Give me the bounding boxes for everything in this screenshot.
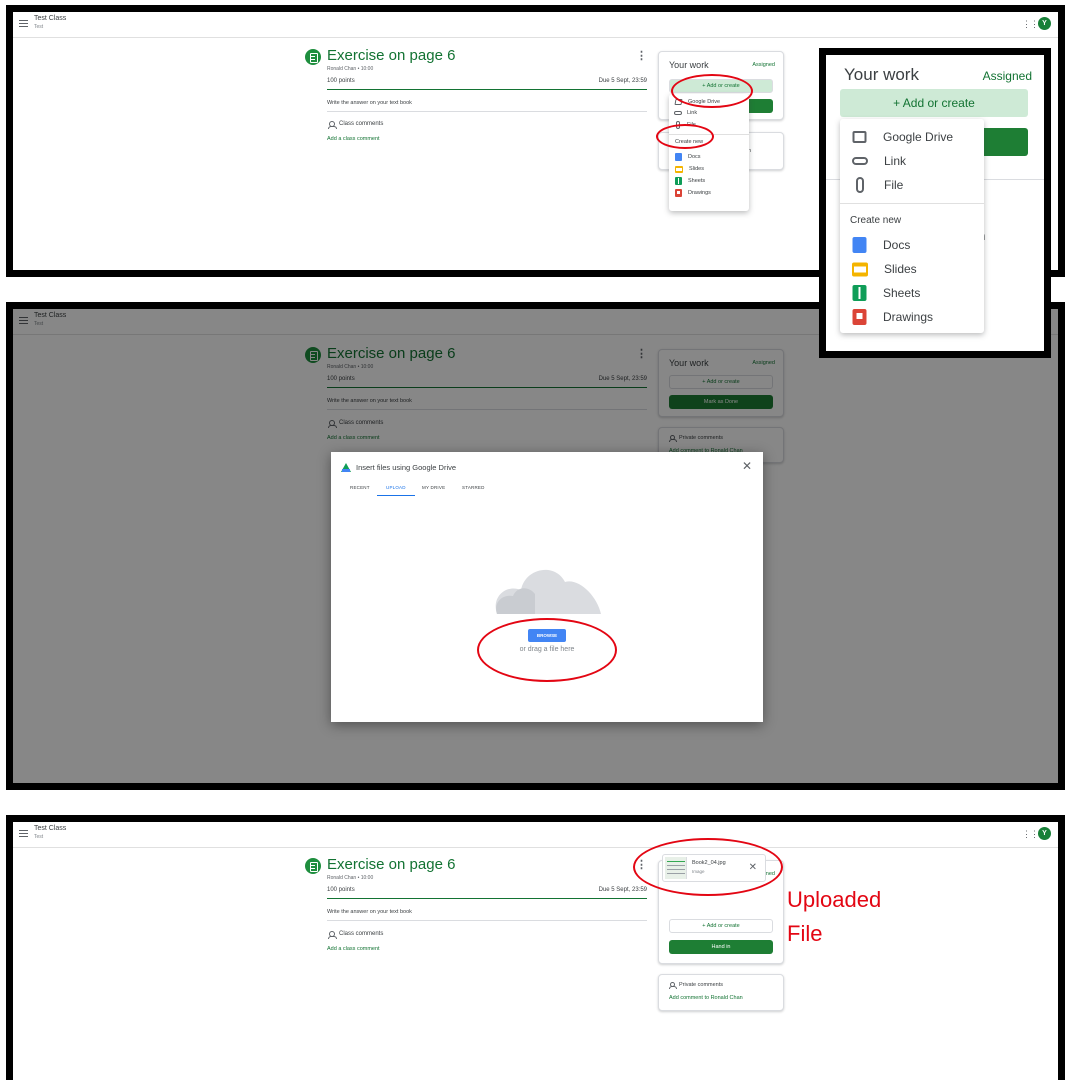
create-new-header: Create new — [850, 215, 902, 226]
drawings-icon — [675, 189, 682, 197]
menu-item-slides[interactable]: Slides — [669, 164, 749, 174]
screenshot-panel-upload-dialog: Test Class Test Y Exercise on page 6 Ron… — [6, 302, 1065, 790]
due-date: Due 5 Sept, 23:59 — [598, 887, 647, 893]
link-icon — [674, 111, 682, 115]
annotation-highlight — [477, 618, 617, 682]
class-comments-label: Class comments — [339, 931, 384, 937]
private-comments-title: Private comments — [679, 982, 724, 988]
tab-recent[interactable]: RECENT — [350, 485, 370, 490]
due-date: Due 5 Sept, 23:59 — [598, 78, 647, 84]
paperclip-icon — [856, 177, 864, 193]
annotation-highlight — [671, 74, 753, 108]
slides-icon — [675, 165, 683, 173]
annotation-highlight — [656, 124, 714, 149]
divider — [327, 111, 647, 112]
page-title: Exercise on page 6 — [327, 47, 456, 64]
menu-icon[interactable] — [19, 20, 28, 27]
screenshot-panel-uploaded: Test Class Test ⋮⋮⋮ Y Exercise on page 6… — [6, 815, 1065, 1080]
menu-item-file[interactable]: File — [840, 173, 984, 197]
annotation-line-1: Uploaded — [787, 887, 882, 912]
avatar[interactable]: Y — [1038, 17, 1051, 30]
annotation-label: Uploaded File — [787, 883, 881, 951]
add-or-create-menu: Google Drive Link File Create new Docs S… — [840, 119, 984, 333]
avatar[interactable]: Y — [1038, 827, 1051, 840]
assignment-meta: Ronald Chan • 10:00 — [327, 66, 374, 72]
menu-item-sheets[interactable]: Sheets — [840, 281, 984, 305]
tab-my-drive[interactable]: MY DRIVE — [422, 485, 445, 490]
person-icon — [669, 982, 677, 989]
menu-icon[interactable] — [19, 830, 28, 837]
points: 100 points — [327, 887, 355, 893]
sheets-icon — [852, 285, 867, 301]
class-name[interactable]: Test Class — [34, 15, 66, 22]
class-section: Test — [34, 24, 44, 30]
add-private-comment-link[interactable]: Add comment to Ronald Chan — [669, 995, 743, 1001]
people-icon — [328, 931, 337, 939]
top-bar: Test Class Test ⋮⋮⋮ Y — [13, 822, 1058, 848]
annotation-highlight — [633, 838, 783, 896]
menu-item-link[interactable]: Link — [669, 108, 749, 118]
your-work-title: Your work — [844, 65, 919, 84]
menu-item-sheets[interactable]: Sheets — [669, 176, 749, 186]
instructions: Write the answer on your text book — [327, 100, 412, 106]
apps-grid-icon[interactable]: ⋮⋮⋮ — [1022, 19, 1047, 29]
active-tab-indicator — [377, 495, 415, 496]
dialog-title: Insert files using Google Drive — [356, 463, 457, 472]
add-or-create-button[interactable]: + Add or create — [669, 919, 773, 933]
assignment-icon — [305, 858, 321, 874]
instructions: Write the answer on your text book — [327, 909, 412, 915]
sheets-icon — [675, 177, 682, 185]
google-drive-icon — [852, 131, 867, 143]
annotation-line-2: File — [787, 921, 823, 946]
status-badge: Assigned — [982, 69, 1032, 83]
add-class-comment-link[interactable]: Add a class comment — [327, 136, 380, 142]
menu-item-drawings[interactable]: Drawings — [669, 188, 749, 198]
menu-item-docs[interactable]: Docs — [669, 152, 749, 162]
add-or-create-button[interactable]: + Add or create — [840, 89, 1028, 117]
menu-item-drawings[interactable]: Drawings — [840, 305, 984, 329]
divider — [327, 898, 647, 899]
menu-item-docs[interactable]: Docs — [840, 233, 984, 257]
hand-in-button[interactable]: Hand in — [669, 940, 773, 954]
tab-starred[interactable]: STARRED — [462, 485, 485, 490]
menu-item-slides[interactable]: Slides — [840, 257, 984, 281]
link-icon — [852, 157, 868, 165]
docs-icon — [852, 237, 867, 253]
divider — [327, 89, 647, 90]
assignment-icon — [305, 49, 321, 65]
menu-item-link[interactable]: Link — [840, 149, 984, 173]
points: 100 points — [327, 78, 355, 84]
google-drive-logo-icon — [341, 463, 351, 472]
assignment-meta: Ronald Chan • 10:00 — [327, 875, 374, 881]
cloud-illustration-icon — [495, 569, 601, 614]
more-options-icon[interactable]: ⋮ — [636, 49, 647, 62]
apps-grid-icon[interactable]: ⋮⋮⋮ — [1022, 829, 1047, 839]
zoomed-menu-inset: Your work Assigned + Add or create an Go… — [819, 48, 1051, 358]
page-title: Exercise on page 6 — [327, 856, 456, 873]
add-class-comment-link[interactable]: Add a class comment — [327, 946, 380, 952]
private-comments-card: Private comments Add comment to Ronald C… — [658, 974, 784, 1011]
divider — [327, 920, 647, 921]
class-comments-label: Class comments — [339, 121, 384, 127]
add-or-create-menu: Google Drive Link File Create new Docs S… — [669, 94, 749, 211]
class-name[interactable]: Test Class — [34, 825, 66, 832]
drawings-icon — [852, 309, 867, 325]
close-icon[interactable]: ✕ — [742, 459, 752, 473]
docs-icon — [675, 153, 682, 161]
tab-upload[interactable]: UPLOAD — [386, 485, 406, 490]
status-badge: Assigned — [752, 62, 775, 68]
menu-divider — [840, 203, 984, 204]
people-icon — [328, 121, 337, 129]
menu-item-google-drive[interactable]: Google Drive — [840, 125, 984, 149]
top-bar: Test Class Test ⋮⋮⋮ Y — [13, 12, 1058, 38]
class-section: Test — [34, 834, 44, 840]
slides-icon — [852, 262, 868, 276]
your-work-title: Your work — [669, 60, 709, 70]
